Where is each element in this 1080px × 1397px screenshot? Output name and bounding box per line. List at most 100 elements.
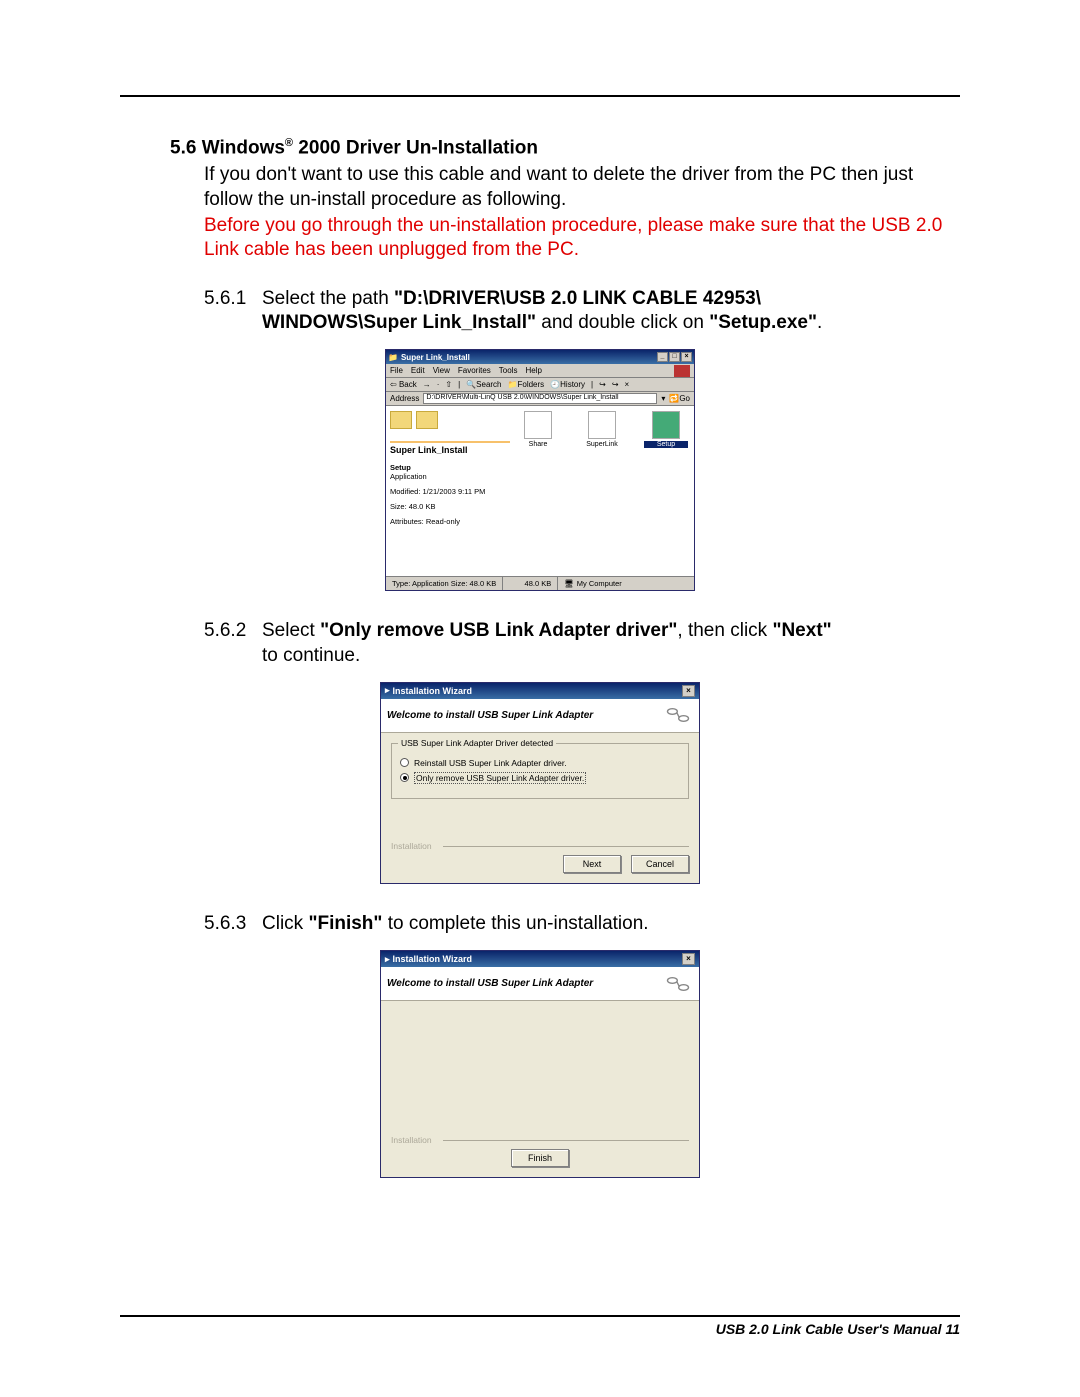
step-2-number: 5.6.2 bbox=[204, 619, 262, 643]
close-icon[interactable]: × bbox=[682, 685, 695, 697]
wizard-header-text: Welcome to install USB Super Link Adapte… bbox=[387, 710, 593, 721]
explorer-window: 📁 Super Link_Install _ □ × File Edit Vie… bbox=[385, 349, 695, 591]
address-input[interactable]: D:\DRIVER\Multi-LinQ USB 2.0\WINDOWS\Sup… bbox=[423, 393, 657, 404]
step-2-body: Select "Only remove USB Link Adapter dri… bbox=[262, 620, 832, 641]
radio-icon bbox=[400, 758, 409, 767]
detail-type: Application bbox=[390, 472, 510, 481]
radio-label: Only remove USB Super Link Adapter drive… bbox=[414, 772, 586, 784]
screenshot-2-wrap: ▸ Installation Wizard × Welcome to insta… bbox=[120, 682, 960, 884]
explorer-addressbar: Address D:\DRIVER\Multi-LinQ USB 2.0\WIN… bbox=[386, 392, 694, 406]
step-3: 5.6.3Click "Finish" to complete this un-… bbox=[204, 912, 960, 936]
maximize-icon[interactable]: □ bbox=[669, 352, 680, 362]
footer-legend: Installation bbox=[391, 1135, 689, 1145]
menu-favorites[interactable]: Favorites bbox=[458, 366, 491, 375]
explorer-content: Super Link_Install Setup Application Mod… bbox=[386, 406, 694, 576]
forward-button[interactable]: → bbox=[423, 380, 431, 389]
search-button[interactable]: 🔍Search bbox=[466, 380, 501, 389]
copy-to-icon[interactable]: ↪ bbox=[612, 380, 619, 389]
menu-file[interactable]: File bbox=[390, 366, 403, 375]
file-item[interactable]: SuperLink bbox=[580, 411, 624, 572]
back-button[interactable]: ⇦ Back bbox=[390, 380, 417, 389]
explorer-titlebar: 📁 Super Link_Install _ □ × bbox=[386, 350, 694, 364]
screenshot-1-wrap: 📁 Super Link_Install _ □ × File Edit Vie… bbox=[120, 349, 960, 591]
step-1-cont: WINDOWS\Super Link_Install" and double c… bbox=[262, 311, 960, 335]
step-3-number: 5.6.3 bbox=[204, 912, 262, 936]
explorer-toolbar: ⇦ Back → · ⇧ | 🔍Search 📁Folders 🕘History… bbox=[386, 378, 694, 392]
section-title-prefix: Windows bbox=[202, 137, 285, 158]
up-button[interactable]: ⇧ bbox=[445, 380, 452, 389]
menu-help[interactable]: Help bbox=[525, 366, 541, 375]
folders-button[interactable]: 📁Folders bbox=[508, 380, 545, 389]
wizard-body: USB Super Link Adapter Driver detected R… bbox=[381, 733, 699, 837]
leftpane-title: Super Link_Install bbox=[390, 445, 510, 455]
wizard-title: Installation Wizard bbox=[393, 954, 472, 964]
explorer-title: Super Link_Install bbox=[401, 353, 470, 362]
registered-mark: ® bbox=[285, 137, 293, 149]
go-button[interactable]: 🔁Go bbox=[669, 394, 690, 403]
folder-icon bbox=[416, 411, 438, 429]
address-dropdown-icon[interactable]: ▾ bbox=[661, 394, 665, 403]
minimize-icon[interactable]: _ bbox=[657, 352, 668, 362]
file-label: SuperLink bbox=[580, 441, 624, 448]
window-buttons: _ □ × bbox=[657, 352, 692, 362]
wizard-titlebar: ▸ Installation Wizard × bbox=[381, 683, 699, 699]
close-icon[interactable]: × bbox=[682, 953, 695, 965]
finish-button[interactable]: Finish bbox=[511, 1149, 569, 1167]
file-icon bbox=[588, 411, 616, 439]
radio-remove[interactable]: Only remove USB Super Link Adapter drive… bbox=[400, 772, 680, 784]
file-icon bbox=[524, 411, 552, 439]
wizard-header-text: Welcome to install USB Super Link Adapte… bbox=[387, 978, 593, 989]
page-content: 5.6 Windows® 2000 Driver Un-Installation… bbox=[120, 95, 960, 1317]
page-footer: USB 2.0 Link Cable User's Manual 11 bbox=[120, 1315, 960, 1337]
folder-icon bbox=[390, 411, 412, 429]
detail-size: Size: 48.0 KB bbox=[390, 502, 510, 511]
wizard-icon: ▸ bbox=[385, 954, 390, 965]
explorer-menubar: File Edit View Favorites Tools Help bbox=[386, 364, 694, 378]
file-label: Setup bbox=[644, 441, 688, 448]
screenshot-3-wrap: ▸ Installation Wizard × Welcome to insta… bbox=[120, 950, 960, 1178]
section-heading: 5.6 Windows® 2000 Driver Un-Installation bbox=[170, 137, 960, 159]
wizard-body bbox=[381, 1001, 699, 1131]
status-left: Type: Application Size: 48.0 KB bbox=[386, 577, 503, 590]
section-number: 5.6 bbox=[170, 137, 196, 158]
detail-name: Setup bbox=[390, 463, 510, 472]
next-button[interactable]: Next bbox=[563, 855, 621, 873]
step-1-body: Select the path "D:\DRIVER\USB 2.0 LINK … bbox=[262, 288, 761, 309]
menu-tools[interactable]: Tools bbox=[499, 366, 518, 375]
wizard-dialog-1: ▸ Installation Wizard × Welcome to insta… bbox=[380, 682, 700, 884]
menu-logo-icon bbox=[674, 365, 690, 377]
usb-link-icon bbox=[663, 972, 693, 996]
wizard-title: Installation Wizard bbox=[393, 686, 472, 696]
step-2: 5.6.2Select "Only remove USB Link Adapte… bbox=[204, 619, 960, 668]
menu-view[interactable]: View bbox=[433, 366, 450, 375]
usb-link-icon bbox=[663, 703, 693, 727]
file-label: Share bbox=[516, 441, 560, 448]
folder-icon: 📁 bbox=[388, 353, 398, 362]
radio-icon-selected bbox=[400, 773, 409, 782]
explorer-leftpane: Super Link_Install Setup Application Mod… bbox=[390, 411, 510, 572]
wizard-dialog-2: ▸ Installation Wizard × Welcome to insta… bbox=[380, 950, 700, 1178]
wizard-titlebar: ▸ Installation Wizard × bbox=[381, 951, 699, 967]
delete-icon[interactable]: × bbox=[625, 380, 630, 389]
setup-icon bbox=[652, 411, 680, 439]
file-item-selected[interactable]: Setup bbox=[644, 411, 688, 572]
step-2-cont: to continue. bbox=[262, 644, 960, 668]
detail-modified: Modified: 1/21/2003 9:11 PM bbox=[390, 487, 510, 496]
step-3-body: Click "Finish" to complete this un-insta… bbox=[262, 913, 649, 934]
file-item[interactable]: Share bbox=[516, 411, 560, 572]
radio-reinstall[interactable]: Reinstall USB Super Link Adapter driver. bbox=[400, 758, 680, 768]
wizard-header: Welcome to install USB Super Link Adapte… bbox=[381, 967, 699, 1001]
wizard-footer: Installation Next Cancel bbox=[381, 837, 699, 883]
radio-label: Reinstall USB Super Link Adapter driver. bbox=[414, 758, 567, 768]
address-label: Address bbox=[390, 394, 419, 403]
warning-text: Before you go through the un-installatio… bbox=[204, 214, 960, 263]
move-to-icon[interactable]: ↪ bbox=[599, 380, 606, 389]
history-button[interactable]: 🕘History bbox=[550, 380, 585, 389]
explorer-statusbar: Type: Application Size: 48.0 KB 48.0 KB … bbox=[386, 576, 694, 590]
status-mid: 48.0 KB bbox=[503, 577, 558, 590]
wizard-icon: ▸ bbox=[385, 685, 390, 696]
menu-edit[interactable]: Edit bbox=[411, 366, 425, 375]
cancel-button[interactable]: Cancel bbox=[631, 855, 689, 873]
step-1: 5.6.1Select the path "D:\DRIVER\USB 2.0 … bbox=[204, 287, 960, 336]
close-icon[interactable]: × bbox=[681, 352, 692, 362]
